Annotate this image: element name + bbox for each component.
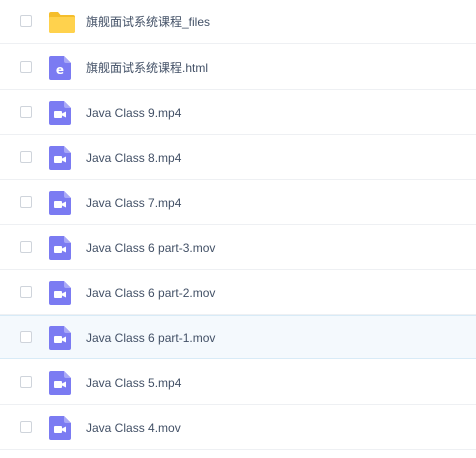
row-checkbox[interactable] (20, 241, 32, 253)
video-file-icon (48, 280, 72, 306)
file-row[interactable]: Java Class 7.mp4 (0, 181, 476, 225)
row-checkbox[interactable] (20, 196, 32, 208)
video-file-icon (48, 235, 72, 261)
video-file-icon (48, 370, 72, 396)
video-file-icon (48, 100, 72, 126)
file-name[interactable]: Java Class 8.mp4 (86, 150, 181, 166)
video-file-icon (48, 190, 72, 216)
row-checkbox[interactable] (20, 151, 32, 163)
file-name[interactable]: Java Class 7.mp4 (86, 195, 181, 211)
video-file-icon (48, 145, 72, 171)
file-name[interactable]: Java Class 9.mp4 (86, 105, 181, 121)
file-list: 旗舰面试系统课程_files e 旗舰面试系统课程.html Java Clas… (0, 0, 476, 458)
row-checkbox[interactable] (20, 15, 32, 27)
video-file-icon (48, 325, 72, 351)
row-checkbox[interactable] (20, 376, 32, 388)
file-name[interactable]: Java Class 6 part-2.mov (86, 285, 215, 301)
svg-text:e: e (56, 63, 64, 77)
file-row[interactable]: Java Class 5.mp4 (0, 361, 476, 405)
file-name[interactable]: Java Class 6 part-3.mov (86, 240, 215, 256)
row-checkbox[interactable] (20, 331, 32, 343)
file-row[interactable]: Java Class 6 part-2.mov (0, 271, 476, 315)
file-row[interactable]: Java Class 6 part-1.mov (0, 315, 476, 359)
file-name[interactable]: Java Class 5.mp4 (86, 375, 181, 391)
html-file-icon: e (48, 55, 72, 81)
file-name[interactable]: 旗舰面试系统课程.html (86, 60, 208, 76)
file-row[interactable]: Java Class 4.mov (0, 406, 476, 450)
row-checkbox[interactable] (20, 61, 32, 73)
file-row[interactable]: 旗舰面试系统课程_files (0, 0, 476, 44)
folder-icon (48, 9, 75, 35)
file-row[interactable]: Java Class 9.mp4 (0, 91, 476, 135)
row-checkbox[interactable] (20, 286, 32, 298)
file-row[interactable]: Java Class 8.mp4 (0, 136, 476, 180)
row-checkbox[interactable] (20, 421, 32, 433)
file-row[interactable]: e 旗舰面试系统课程.html (0, 46, 476, 90)
video-file-icon (48, 415, 72, 441)
row-checkbox[interactable] (20, 106, 32, 118)
file-row[interactable]: Java Class 6 part-3.mov (0, 226, 476, 270)
file-name[interactable]: Java Class 4.mov (86, 420, 181, 436)
file-name[interactable]: Java Class 6 part-1.mov (86, 330, 215, 346)
file-name[interactable]: 旗舰面试系统课程_files (86, 14, 210, 30)
